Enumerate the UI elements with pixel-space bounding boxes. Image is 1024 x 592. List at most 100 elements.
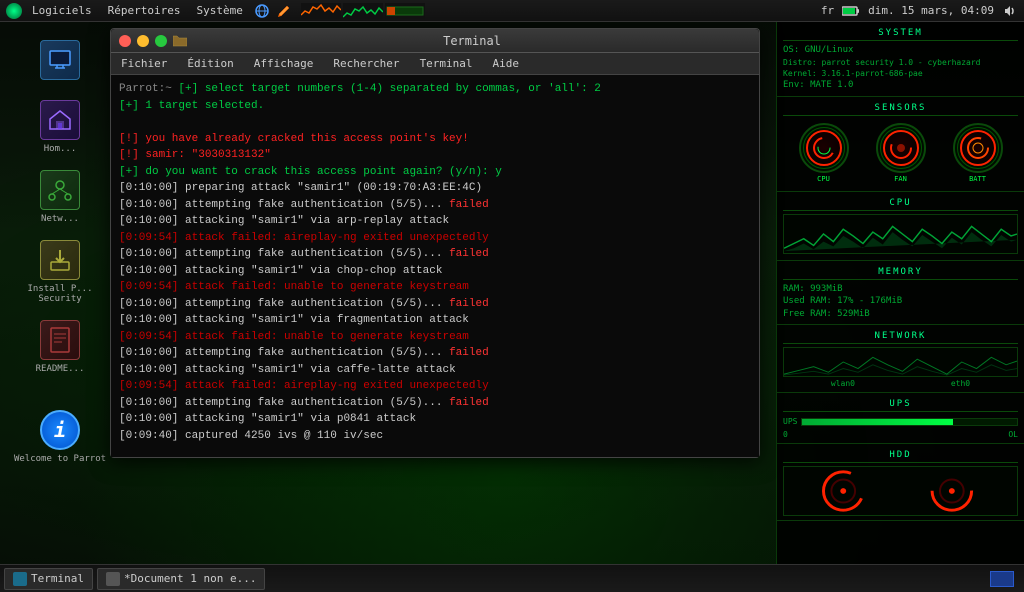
repertoires-menu[interactable]: Répertoires	[102, 2, 187, 19]
fan-gauge-container: FAN	[876, 123, 926, 183]
sysmon-kernel: Kernel: 3.16.1-parrot-686-pae	[783, 68, 1018, 79]
close-button[interactable]	[119, 35, 131, 47]
sysmon-network-section: NETWORK wlan0 eth0	[777, 325, 1024, 393]
sysmon-used-ram: Used RAM: 17% - 176MiB	[783, 295, 1018, 308]
edition-menu[interactable]: Édition	[183, 55, 237, 72]
install-icon	[40, 240, 80, 280]
home-icon	[40, 100, 80, 140]
sidebar-item-network[interactable]: Netw...	[0, 162, 120, 232]
sysmon-system-section: SYSTEM OS: GNU/Linux Distro: parrot secu…	[777, 22, 1024, 97]
sysmon-os: OS: GNU/Linux	[783, 44, 1018, 57]
pencil-icon[interactable]	[275, 2, 293, 20]
maximize-button[interactable]	[155, 35, 167, 47]
network-icon	[40, 170, 80, 210]
systeme-menu[interactable]: Système	[190, 2, 248, 19]
ups-low-label: 0	[783, 430, 788, 439]
cpu-graph-icon	[343, 3, 383, 19]
sidebar-item-home[interactable]: Hom...	[0, 92, 120, 162]
readme-label: README...	[36, 364, 85, 374]
batt-gauge	[953, 123, 1003, 173]
ups-bar-container: UPS	[783, 415, 1018, 428]
cpu-gauge-label: CPU	[817, 175, 830, 183]
sidebar-item-welcome[interactable]: i Welcome to Parrot	[0, 402, 120, 472]
lang-indicator: fr	[821, 4, 834, 17]
sysmon-sensors-title: SENSORS	[783, 101, 1018, 116]
terminal-taskbar-label: Terminal	[31, 572, 84, 585]
terminal-body[interactable]: Parrot:~ [+] select target numbers (1-4)…	[111, 75, 759, 457]
terminal-menubar: Fichier Édition Affichage Rechercher Ter…	[111, 53, 759, 75]
sysmon-hdd-title: HDD	[783, 448, 1018, 463]
ups-bar	[801, 418, 1018, 426]
folder-icon	[173, 35, 187, 47]
battery-icon	[842, 5, 860, 17]
logiciels-menu[interactable]: Logiciels	[26, 2, 98, 19]
batt-gauge-label: BATT	[969, 175, 986, 183]
taskbar-bottom: Terminal *Document 1 non e...	[0, 564, 1024, 592]
network-graph	[783, 347, 1018, 377]
batt-gauge-container: BATT	[953, 123, 1003, 183]
fan-gauge-label: FAN	[894, 175, 907, 183]
document-taskbar-label: *Document 1 non e...	[124, 572, 256, 585]
sysmon-panel: SYSTEM OS: GNU/Linux Distro: parrot secu…	[776, 22, 1024, 564]
globe-icon[interactable]	[253, 2, 271, 20]
welcome-label: Welcome to Parrot	[14, 454, 106, 464]
sysmon-cpu-title: CPU	[783, 196, 1018, 211]
sysmon-network-title: NETWORK	[783, 329, 1018, 344]
cpu-gauge-container: CPU	[799, 123, 849, 183]
terminal-titlebar: Terminal	[111, 29, 759, 53]
taskbar-top: Logiciels Répertoires Système	[0, 0, 1024, 22]
readme-icon	[40, 320, 80, 360]
sysmon-system-title: SYSTEM	[783, 26, 1018, 41]
parrot-logo-icon[interactable]	[6, 3, 22, 19]
taskbar-right-area	[990, 571, 1020, 587]
info-icon: i	[40, 410, 80, 450]
fichier-menu[interactable]: Fichier	[117, 55, 171, 72]
sysmon-env: Env: MATE 1.0	[783, 79, 1018, 92]
sysmon-ups-title: UPS	[783, 397, 1018, 412]
terminal-title: Terminal	[193, 34, 751, 48]
fan-gauge-inner	[883, 130, 919, 166]
terminal-menu[interactable]: Terminal	[416, 55, 477, 72]
sysmon-cpu-section: CPU	[777, 192, 1024, 261]
terminal-taskbar-icon	[13, 572, 27, 586]
eth-label: eth0	[951, 379, 970, 388]
affichage-menu[interactable]: Affichage	[250, 55, 318, 72]
document-taskbar-icon	[106, 572, 120, 586]
sysmon-sensors-section: SENSORS CPU	[777, 97, 1024, 192]
ups-bar-fill	[802, 419, 952, 425]
sysmon-distro: Distro: parrot security 1.0 - cyberhazar…	[783, 57, 1018, 68]
taskbar-document-btn[interactable]: *Document 1 non e...	[97, 568, 265, 590]
home-label: Hom...	[44, 144, 77, 154]
cpu-graph	[783, 214, 1018, 254]
sidebar: Hom... Netw... Install P.	[0, 22, 120, 564]
sysmon-memory-section: MEMORY RAM: 993MiB Used RAM: 17% - 176Mi…	[777, 261, 1024, 326]
fan-gauge	[876, 123, 926, 173]
minimize-button[interactable]	[137, 35, 149, 47]
sysmon-ram: RAM: 993MiB	[783, 283, 1018, 296]
cpu-gauge	[799, 123, 849, 173]
sidebar-item-readme[interactable]: README...	[0, 312, 120, 382]
network-label: Netw...	[41, 214, 79, 224]
wlan-label: wlan0	[831, 379, 855, 388]
taskbar-terminal-btn[interactable]: Terminal	[4, 568, 93, 590]
datetime-display: dim. 15 mars, 04:09	[868, 4, 994, 17]
sidebar-item-install[interactable]: Install P...Security	[0, 232, 120, 312]
aide-menu[interactable]: Aide	[489, 55, 524, 72]
sysmon-gauges: CPU FAN	[783, 119, 1018, 187]
sysmon-ups-section: UPS UPS 0 OL	[777, 393, 1024, 444]
volume-icon[interactable]	[1002, 4, 1016, 18]
terminal-window: Terminal Fichier Édition Affichage Reche…	[110, 28, 760, 458]
sysmon-hdd-section: HDD	[777, 444, 1024, 521]
sysmon-free-ram: Free RAM: 529MiB	[783, 308, 1018, 321]
batt-gauge-inner	[960, 130, 996, 166]
install-label: Install P...Security	[27, 284, 92, 304]
monitor-icon	[40, 40, 80, 80]
cpu-gauge-inner	[806, 130, 842, 166]
sysmon-memory-title: MEMORY	[783, 265, 1018, 280]
ups-high-label: OL	[1008, 430, 1018, 439]
hdd-graph	[783, 466, 1018, 516]
rechercher-menu[interactable]: Rechercher	[329, 55, 403, 72]
network-graph-icon	[301, 3, 341, 19]
mem-graph-icon	[385, 3, 425, 19]
sidebar-item-monitor[interactable]	[0, 32, 120, 92]
